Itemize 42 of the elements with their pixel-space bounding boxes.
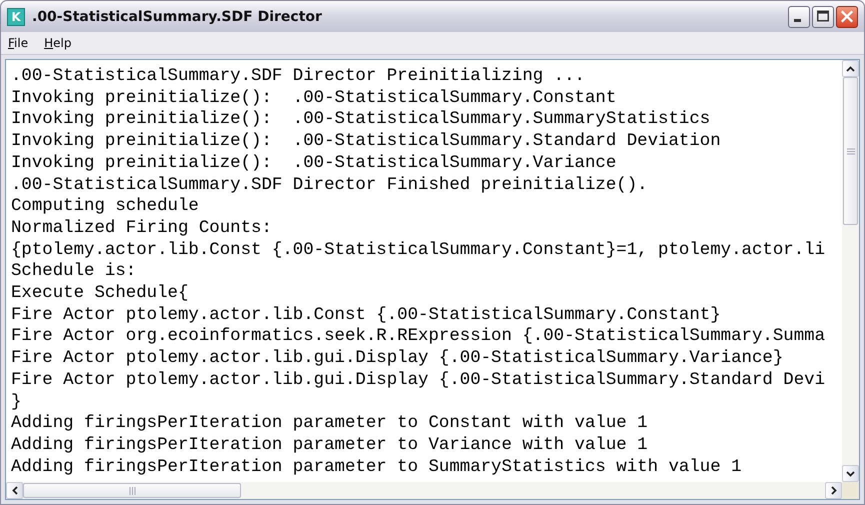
scrollbar-corner [842, 482, 859, 499]
log-line: {ptolemy.actor.lib.Const {.00-StatisticalSummary.Constant}=1, ptolemy.actor.li [11, 240, 826, 262]
log-line: Adding firingsPerIteration parameter to SummaryStatistics with value 1 [11, 456, 742, 478]
grip-icon [846, 148, 854, 154]
scroll-thumb[interactable] [23, 483, 241, 498]
log-line: Schedule is: [11, 261, 136, 284]
close-button[interactable] [836, 6, 858, 28]
scroll-right-button[interactable] [825, 482, 842, 499]
log-line: Fire Actor ptolemy.actor.lib.Const {.00-StatisticalSummary.Constant} [11, 304, 721, 326]
log-line: Normalized Firing Counts: [11, 218, 272, 240]
log-line: .00-StatisticalSummary.SDF Director Finished preinitialize(). [11, 174, 648, 196]
vertical-scrollbar[interactable] [842, 60, 859, 482]
menu-item[interactable]: File [8, 36, 28, 50]
log-line: Adding firingsPerIteration parameter to Variance with value 1 [11, 434, 648, 457]
grip-icon [128, 486, 136, 494]
log-line: Fire Actor ptolemy.actor.lib.gui.Display {.00-StatisticalSummary.Standard Devi [11, 370, 826, 392]
scroll-up-button[interactable] [842, 60, 859, 77]
log-line: .00-StatisticalSummary.SDF Director Preinitializing ... [11, 66, 585, 88]
log-line: } [11, 392, 22, 414]
chevron-down-icon [846, 470, 855, 476]
window-title: .00-StatisticalSummary.SDF Director [32, 8, 323, 24]
horizontal-scrollbar[interactable] [6, 482, 859, 499]
log-line: Invoking preinitialize(): .00-StatisticalSummary.Standard Deviation [11, 131, 721, 153]
app-icon: K [7, 8, 25, 26]
scroll-thumb[interactable] [843, 77, 858, 225]
chevron-left-icon [12, 486, 18, 495]
scroll-left-button[interactable] [6, 482, 23, 499]
chevron-up-icon [846, 66, 855, 72]
log-line: Fire Actor ptolemy.actor.lib.gui.Display {.00-StatisticalSummary.Variance} [11, 348, 784, 370]
menu-item[interactable]: Help [44, 36, 72, 50]
log-line: Execute Schedule{ [11, 283, 188, 305]
log-line: Invoking preinitialize(): .00-StatisticalSummary.SummaryStatistics [11, 109, 710, 132]
minimize-button[interactable] [788, 6, 810, 28]
log-line: Computing schedule [11, 196, 199, 218]
minimize-icon [794, 19, 800, 22]
log-line: Invoking preinitialize(): .00-StatisticalSummary.Constant [11, 88, 616, 110]
log-line: Fire Actor org.ecoinformatics.seek.R.RExpression {.00-StatisticalSummary.Summa [11, 326, 826, 348]
log-line: Invoking preinitialize(): .00-StatisticalSummary.Variance [11, 152, 616, 175]
maximize-button[interactable] [812, 6, 834, 28]
scroll-down-button[interactable] [842, 465, 859, 482]
chevron-right-icon [830, 486, 836, 495]
log-line: Adding firingsPerIteration parameter to Constant with value 1 [11, 413, 648, 435]
